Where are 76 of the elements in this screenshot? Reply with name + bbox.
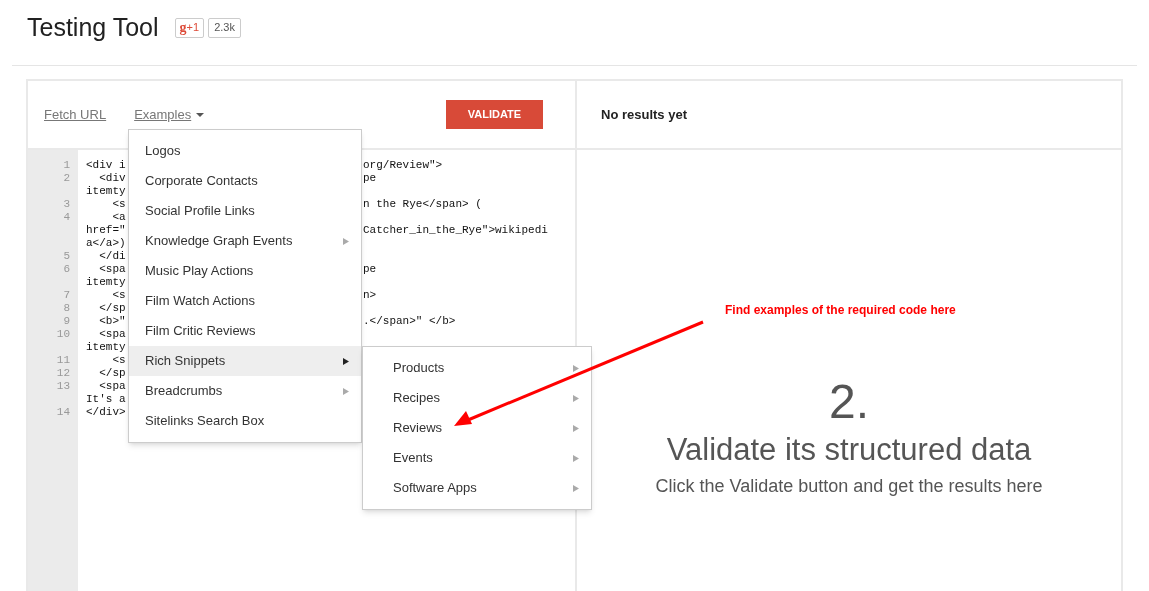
step-number: 2. xyxy=(829,376,869,428)
plus-one-count: 2.3k xyxy=(208,17,241,38)
line-number: 9 xyxy=(63,315,70,328)
line-number: 4 xyxy=(63,211,70,224)
submenu-arrow-icon xyxy=(343,387,349,395)
code-line: </div> xyxy=(86,406,126,418)
code-line: <b>" xyxy=(98,315,126,327)
menu-item[interactable]: Events xyxy=(363,443,591,473)
code-line: org/Review"> xyxy=(363,159,443,172)
examples-dropdown[interactable]: Examples xyxy=(134,104,205,125)
code-line: n> xyxy=(363,289,377,302)
validate-button[interactable]: VALIDATE xyxy=(446,100,543,129)
menu-item[interactable]: Knowledge Graph Events xyxy=(129,226,361,256)
menu-item[interactable]: Film Watch Actions xyxy=(129,286,361,316)
code-line: </di xyxy=(98,250,126,262)
code-line: itemty xyxy=(86,341,126,353)
menu-item[interactable]: Logos xyxy=(129,136,361,166)
line-number: 3 xyxy=(63,198,70,211)
page-title: Testing Tool xyxy=(27,11,159,43)
submenu-arrow-icon xyxy=(573,454,579,462)
submenu-arrow-icon xyxy=(573,364,579,372)
code-line: </sp xyxy=(98,367,126,379)
results-status: No results yet xyxy=(601,105,687,124)
code-line: Catcher_in_the_Rye">wikipedi xyxy=(363,224,548,237)
line-number: 14 xyxy=(56,406,70,419)
line-number: 12 xyxy=(56,367,70,380)
code-line: a</a>) xyxy=(86,237,126,249)
menu-item[interactable]: Film Critic Reviews xyxy=(129,316,361,346)
code-line: <spa xyxy=(98,380,126,392)
fetch-url-link[interactable]: Fetch URL xyxy=(44,104,107,125)
menu-item[interactable]: Products xyxy=(363,353,591,383)
menu-item[interactable]: Reviews xyxy=(363,413,591,443)
step-hint: Click the Validate button and get the results here xyxy=(655,475,1043,498)
code-line: <s xyxy=(111,198,126,210)
menu-item[interactable]: Recipes xyxy=(363,383,591,413)
submenu-arrow-icon xyxy=(573,424,579,432)
menu-item[interactable]: Rich Snippets xyxy=(129,346,361,376)
menu-item[interactable]: Software Apps xyxy=(363,473,591,503)
code-line: href=" xyxy=(86,224,126,236)
code-line: <spa xyxy=(98,263,126,275)
submenu-arrow-icon xyxy=(573,394,579,402)
code-line: n the Rye</span> ( xyxy=(363,198,482,211)
submenu-arrow-icon xyxy=(343,357,349,365)
plus-one-button[interactable]: g+1 xyxy=(174,17,205,38)
code-line: pe xyxy=(363,172,377,185)
code-line: <a xyxy=(111,211,126,223)
line-number: 2 xyxy=(63,172,70,185)
menu-item[interactable]: Music Play Actions xyxy=(129,256,361,286)
code-line: .</span>" </b> xyxy=(363,315,456,328)
line-number: 8 xyxy=(63,302,70,315)
line-number: 6 xyxy=(63,263,70,276)
menu-item[interactable]: Corporate Contacts xyxy=(129,166,361,196)
line-number: 10 xyxy=(56,328,70,341)
code-line: pe xyxy=(363,263,377,276)
line-number: 11 xyxy=(56,354,70,367)
step-heading: Validate its structured data xyxy=(666,431,1032,469)
submenu-arrow-icon xyxy=(343,237,349,245)
line-number: 7 xyxy=(63,289,70,302)
line-number: 1 xyxy=(63,159,70,172)
caret-icon xyxy=(196,112,205,117)
menu-item[interactable]: Sitelinks Search Box xyxy=(129,406,361,436)
submenu-arrow-icon xyxy=(573,484,579,492)
code-line: itemty xyxy=(86,185,126,197)
code-line: <div i xyxy=(86,159,126,171)
line-number: 13 xyxy=(56,380,70,393)
line-number: 5 xyxy=(63,250,70,263)
code-line: <div xyxy=(98,172,126,184)
annotation-text: Find examples of the required code here xyxy=(725,302,956,319)
code-line: itemty xyxy=(86,276,126,288)
menu-item[interactable]: Social Profile Links xyxy=(129,196,361,226)
code-line: It's a xyxy=(86,393,126,405)
code-line: </sp xyxy=(98,302,126,314)
code-line: <s xyxy=(111,289,126,301)
menu-item[interactable]: Breadcrumbs xyxy=(129,376,361,406)
code-line: <spa xyxy=(98,328,126,340)
code-line: <s xyxy=(111,354,126,366)
